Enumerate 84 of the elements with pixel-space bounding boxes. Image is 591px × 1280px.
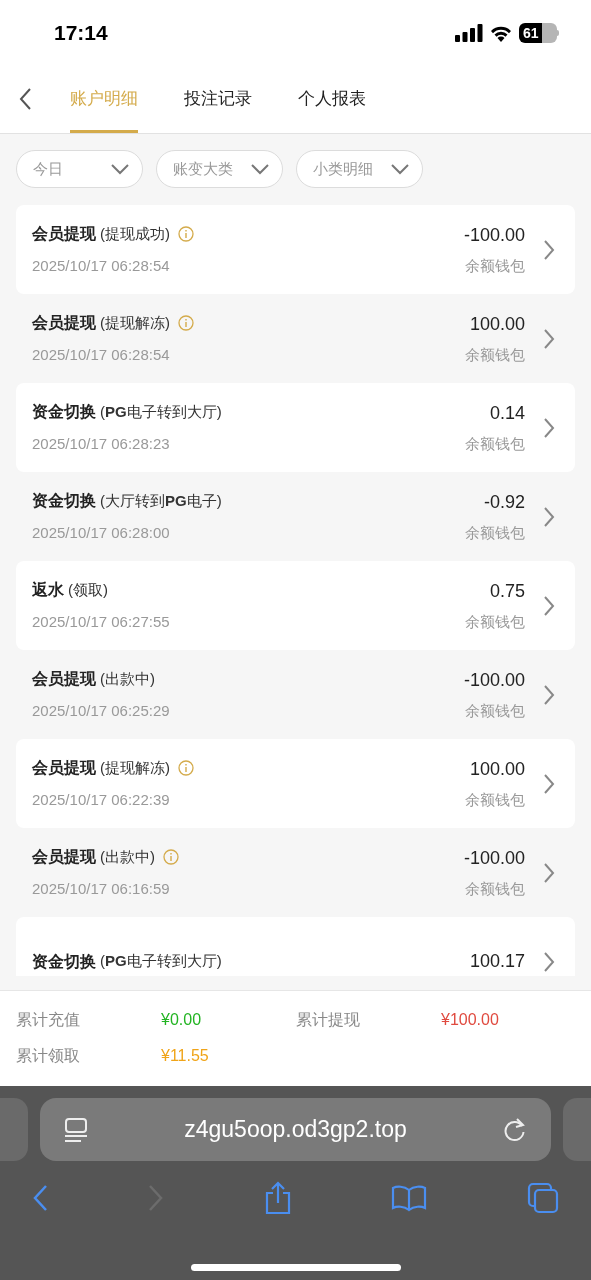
chevron-right-icon bbox=[543, 683, 555, 706]
record-date: 2025/10/17 06:25:29 bbox=[32, 700, 171, 721]
chevron-right-icon bbox=[543, 238, 555, 261]
wallet-label: 余额钱包 bbox=[465, 433, 525, 454]
chevron-right-icon bbox=[543, 950, 555, 973]
back-icon[interactable] bbox=[18, 87, 32, 111]
book-icon[interactable] bbox=[391, 1184, 428, 1212]
record-amount: -100.00 bbox=[463, 668, 525, 692]
chevron-down-icon bbox=[110, 163, 130, 175]
record-date: 2025/10/17 06:22:39 bbox=[32, 789, 171, 810]
tab[interactable]: 个人报表 bbox=[298, 65, 366, 133]
wallet-label: 余额钱包 bbox=[465, 522, 525, 543]
record-title: 会员提现 bbox=[32, 668, 96, 689]
summary-value: ¥11.55 bbox=[161, 1046, 210, 1066]
info-icon[interactable] bbox=[163, 848, 179, 865]
info-icon[interactable] bbox=[178, 225, 194, 242]
info-icon[interactable] bbox=[178, 759, 194, 776]
wallet-label: 余额钱包 bbox=[465, 611, 525, 632]
record-detail: (PG电子转到大厅) bbox=[100, 401, 222, 422]
summary-label: 累计提现 bbox=[296, 1010, 361, 1030]
info-icon[interactable] bbox=[178, 314, 194, 331]
record-row[interactable]: 资金切换 (PG电子转到大厅) 2025/10/17 06:28:23 0.14 余额钱包 bbox=[16, 383, 575, 472]
summary-value: ¥0.00 bbox=[161, 1010, 203, 1030]
record-date: 2025/10/17 06:27:55 bbox=[32, 611, 171, 632]
reader-icon[interactable] bbox=[64, 1116, 88, 1143]
record-amount: -100.00 bbox=[463, 223, 525, 247]
status-time: 17:14 bbox=[54, 19, 108, 46]
forward-icon[interactable] bbox=[147, 1184, 164, 1212]
record-detail: (提现成功) bbox=[100, 223, 170, 244]
record-date: 2025/10/17 06:28:54 bbox=[32, 255, 171, 276]
record-title: 会员提现 bbox=[32, 757, 96, 778]
reload-icon[interactable] bbox=[503, 1116, 527, 1143]
record-title: 会员提现 bbox=[32, 846, 96, 867]
record-date: 2025/10/17 06:28:00 bbox=[32, 522, 171, 543]
record-title: 资金切换 bbox=[32, 401, 96, 422]
record-amount: -100.00 bbox=[463, 846, 525, 870]
url-text: z4gu5oop.od3gp2.top bbox=[183, 1115, 408, 1145]
record-row[interactable]: 返水 (领取) 2025/10/17 06:27:55 0.75 余额钱包 bbox=[16, 561, 575, 650]
record-row[interactable]: 会员提现 (提现解冻) 2025/10/17 06:22:39 100.00 余额钱包 bbox=[16, 739, 575, 828]
record-row[interactable]: 资金切换 (PG电子转到大厅) 100.17 bbox=[16, 917, 575, 976]
record-title: 会员提现 bbox=[32, 223, 96, 244]
record-amount: 100.00 bbox=[469, 312, 525, 336]
record-title: 资金切换 bbox=[32, 951, 96, 972]
record-amount: 100.00 bbox=[469, 757, 525, 781]
chevron-right-icon bbox=[543, 327, 555, 350]
record-amount: 100.17 bbox=[469, 950, 525, 973]
record-row[interactable]: 会员提现 (提现成功) 2025/10/17 06:28:54 -100.00 余额钱包 bbox=[16, 205, 575, 294]
summary-value: ¥100.00 bbox=[441, 1010, 500, 1030]
chevron-down-icon bbox=[250, 163, 270, 175]
record-amount: 0.75 bbox=[489, 579, 525, 603]
chevron-down-icon bbox=[390, 163, 410, 175]
summary-label: 累计领取 bbox=[16, 1046, 81, 1066]
record-detail: (出款中) bbox=[100, 846, 155, 867]
wallet-label: 余额钱包 bbox=[465, 878, 525, 899]
record-amount: 0.14 bbox=[489, 401, 525, 425]
address-bar[interactable]: z4gu5oop.od3gp2.top bbox=[40, 1098, 551, 1161]
record-detail: (提现解冻) bbox=[100, 312, 170, 333]
wallet-label: 余额钱包 bbox=[465, 344, 525, 365]
record-date: 2025/10/17 06:16:59 bbox=[32, 878, 171, 899]
record-date: 2025/10/17 06:28:54 bbox=[32, 344, 171, 365]
record-date: 2025/10/17 06:28:23 bbox=[32, 433, 171, 454]
chevron-right-icon bbox=[543, 505, 555, 528]
battery-icon: 61 bbox=[519, 22, 559, 43]
wallet-label: 余额钱包 bbox=[465, 789, 525, 810]
record-title: 资金切换 bbox=[32, 490, 96, 511]
share-icon[interactable] bbox=[263, 1181, 292, 1215]
record-detail: (大厅转到PG电子) bbox=[100, 490, 222, 511]
record-detail: (提现解冻) bbox=[100, 757, 170, 778]
tabs-icon[interactable] bbox=[527, 1182, 559, 1214]
signal-icon bbox=[455, 23, 483, 42]
record-detail: (PG电子转到大厅) bbox=[100, 951, 222, 972]
record-title: 会员提现 bbox=[32, 312, 96, 333]
tab[interactable]: 投注记录 bbox=[184, 65, 252, 133]
record-detail: (领取) bbox=[68, 579, 108, 600]
wallet-label: 余额钱包 bbox=[465, 255, 525, 276]
chevron-right-icon bbox=[543, 861, 555, 884]
record-amount: -0.92 bbox=[483, 490, 525, 514]
summary-label: 累计充值 bbox=[16, 1010, 81, 1030]
chevron-right-icon bbox=[543, 594, 555, 617]
record-detail: (出款中) bbox=[100, 668, 155, 689]
record-title: 返水 bbox=[32, 579, 64, 600]
chevron-right-icon bbox=[543, 416, 555, 439]
chevron-right-icon bbox=[543, 772, 555, 795]
wallet-label: 余额钱包 bbox=[465, 700, 525, 721]
